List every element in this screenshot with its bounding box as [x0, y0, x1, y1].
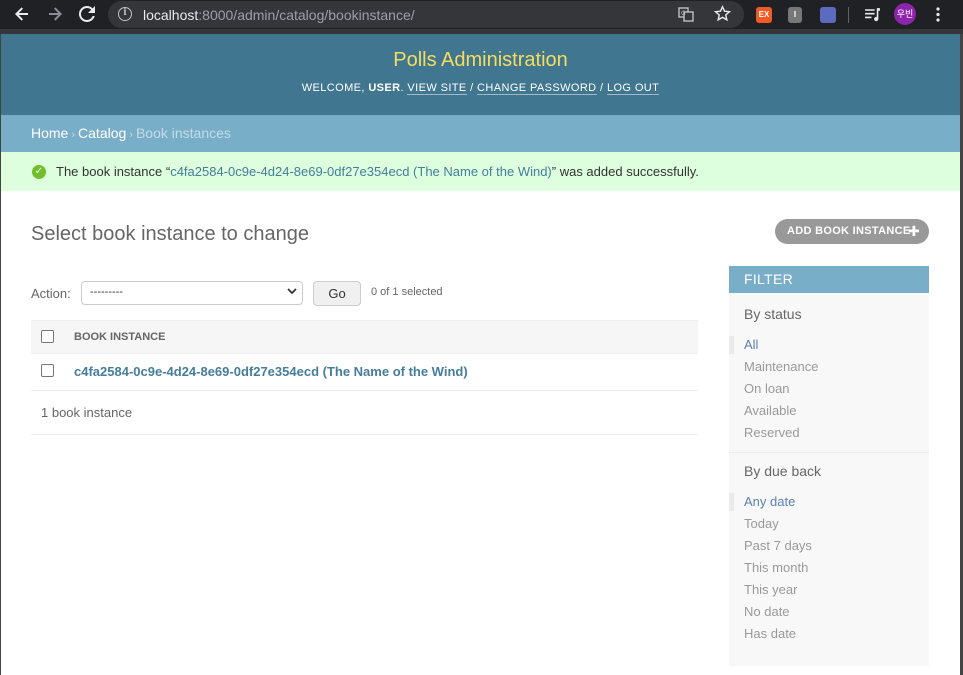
message-suffix: ” was added successfully. — [551, 164, 699, 179]
log-out-link[interactable]: Log out — [606, 82, 660, 95]
forward-icon[interactable] — [42, 1, 68, 27]
filter-option-past-7-days[interactable]: Past 7 days — [729, 535, 929, 557]
breadcrumb-separator: › — [71, 129, 76, 141]
filter-option-this-year[interactable]: This year — [729, 579, 929, 601]
browser-toolbar: i localhost:8000/admin/catalog/bookinsta… — [0, 0, 963, 29]
filter-option-any-date[interactable]: Any date — [729, 491, 929, 513]
filter-heading-due-back: By due back — [744, 463, 822, 479]
chevron-down-icon — [287, 286, 297, 299]
user-period: . — [400, 82, 404, 94]
add-button-label: Add book instance — [787, 225, 911, 237]
filter-option-all[interactable]: All — [729, 334, 929, 356]
breadcrumb: Home › Catalog › Book instances — [1, 115, 960, 152]
column-header-book-instance[interactable]: Book instance — [74, 331, 165, 343]
translate-icon[interactable]: G — [678, 6, 694, 25]
filter-option-no-date[interactable]: No date — [729, 601, 929, 623]
site-name[interactable]: Polls Administration — [1, 49, 960, 72]
filter-section-status: By status All Maintenance On loan Availa… — [729, 306, 929, 453]
table-header: Book instance — [31, 320, 698, 354]
go-button[interactable]: Go — [313, 281, 361, 306]
profile-avatar[interactable]: 우빈 — [894, 3, 916, 25]
welcome-text: Welcome, — [301, 82, 365, 94]
filter-option-maintenance[interactable]: Maintenance — [729, 356, 929, 378]
filter-heading-status: By status — [744, 306, 802, 322]
url-text: localhost:8000/admin/catalog/bookinstanc… — [143, 7, 415, 23]
add-book-instance-button[interactable]: Add book instance ✚ — [775, 219, 929, 244]
breadcrumb-current: Book instances — [135, 125, 231, 141]
user-tools: Welcome, user. View site / Change passwo… — [1, 82, 960, 95]
username: user — [368, 82, 401, 94]
separator: / — [600, 82, 604, 94]
browser-menu-icon[interactable] — [935, 6, 941, 26]
paginator: 1 book instance — [31, 391, 698, 435]
site-info-icon[interactable]: i — [118, 7, 132, 21]
success-message: ✓ The book instance “c4fa2584-0c9e-4d24-… — [1, 152, 960, 191]
extension-3-icon[interactable] — [820, 7, 836, 23]
filter-sidebar: Filter By status All Maintenance On loan… — [729, 266, 929, 666]
action-selected-option: --------- — [90, 286, 123, 298]
breadcrumb-separator: › — [129, 129, 133, 141]
filter-option-available[interactable]: Available — [729, 400, 929, 422]
message-prefix: The book instance “ — [56, 164, 171, 179]
filter-option-on-loan[interactable]: On loan — [729, 378, 929, 400]
admin-header: Polls Administration Welcome, user. View… — [1, 34, 960, 115]
toolbar-divider — [848, 7, 849, 23]
result-count: 1 book instance — [41, 405, 133, 420]
book-instance-link[interactable]: c4fa2584-0c9e-4d24-8e69-0df27e354ecd (Th… — [74, 364, 468, 379]
actions-bar: Action: --------- Go 0 of 1 selected — [31, 280, 698, 306]
back-icon[interactable] — [9, 1, 35, 27]
change-password-link[interactable]: Change password — [477, 82, 597, 95]
bookmark-star-icon[interactable] — [713, 5, 732, 25]
address-bar[interactable]: i localhost:8000/admin/catalog/bookinsta… — [108, 1, 744, 28]
breadcrumb-catalog[interactable]: Catalog — [78, 125, 126, 141]
view-site-link[interactable]: View site — [407, 82, 467, 95]
extension-2-icon[interactable]: I — [788, 7, 802, 23]
filter-title: Filter — [729, 266, 929, 293]
table-row: c4fa2584-0c9e-4d24-8e69-0df27e354ecd (Th… — [31, 354, 698, 391]
message-object-link[interactable]: c4fa2584-0c9e-4d24-8e69-0df27e354ecd (Th… — [170, 164, 552, 179]
svg-text:G: G — [681, 10, 686, 17]
filter-option-this-month[interactable]: This month — [729, 557, 929, 579]
plus-icon: ✚ — [907, 223, 920, 239]
extension-1-icon[interactable]: EX — [756, 7, 772, 23]
media-queue-icon[interactable] — [864, 6, 881, 26]
filter-option-reserved[interactable]: Reserved — [729, 422, 929, 444]
reload-icon[interactable] — [74, 1, 100, 27]
action-label: Action: — [31, 286, 71, 301]
selection-counter: 0 of 1 selected — [371, 286, 443, 298]
action-select[interactable]: --------- — [81, 281, 303, 305]
breadcrumb-home[interactable]: Home — [31, 125, 68, 141]
results-table: Book instance c4fa2584-0c9e-4d24-8e69-0d… — [31, 320, 698, 435]
filter-option-today[interactable]: Today — [729, 513, 929, 535]
success-check-icon: ✓ — [32, 165, 46, 179]
filter-option-has-date[interactable]: Has date — [729, 623, 929, 645]
select-all-checkbox[interactable] — [41, 330, 54, 343]
separator: / — [470, 82, 474, 94]
filter-section-due-back: By due back Any date Today Past 7 days T… — [729, 463, 929, 645]
row-checkbox[interactable] — [41, 364, 54, 377]
page-title: Select book instance to change — [31, 223, 309, 245]
